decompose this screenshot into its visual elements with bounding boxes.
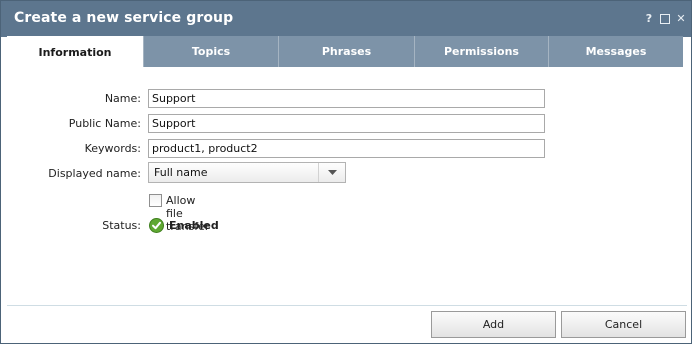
name-label: Name: xyxy=(104,92,141,105)
maximize-icon[interactable] xyxy=(660,14,670,24)
tab-messages[interactable]: Messages xyxy=(548,36,683,67)
title-bar: Create a new service group ? ✕ xyxy=(1,1,691,37)
name-field[interactable]: Support xyxy=(148,89,545,108)
dialog-title: Create a new service group xyxy=(14,10,234,26)
close-icon[interactable]: ✕ xyxy=(676,13,686,25)
tab-bar: Information Topics Phrases Permissions M… xyxy=(7,36,683,68)
footer-divider xyxy=(7,305,687,306)
window-controls: ? ✕ xyxy=(644,12,686,26)
tab-label: Information xyxy=(38,45,112,59)
displayed-name-value: Full name xyxy=(154,166,208,179)
keywords-field[interactable]: product1, product2 xyxy=(148,139,545,158)
public-name-field[interactable]: Support xyxy=(148,114,545,133)
status-value: Enabled xyxy=(169,219,219,232)
keywords-label: Keywords: xyxy=(84,142,141,155)
tab-topics[interactable]: Topics xyxy=(143,36,278,67)
tab-phrases[interactable]: Phrases xyxy=(278,36,414,67)
add-button[interactable]: Add xyxy=(431,311,556,338)
tab-label: Permissions xyxy=(444,45,519,58)
tab-permissions[interactable]: Permissions xyxy=(414,36,548,67)
status-label: Status: xyxy=(102,219,141,232)
dropdown-arrow-icon[interactable] xyxy=(318,163,345,182)
check-circle-icon xyxy=(149,218,164,233)
allow-file-transfer-checkbox[interactable] xyxy=(149,194,162,207)
public-name-label: Public Name: xyxy=(68,117,141,130)
tab-information[interactable]: Information xyxy=(7,36,143,68)
displayed-name-label: Displayed name: xyxy=(48,167,141,180)
displayed-name-select[interactable]: Full name xyxy=(148,162,346,183)
dialog-window: Create a new service group ? ✕ Informati… xyxy=(0,0,692,344)
tab-label: Phrases xyxy=(321,45,372,58)
help-icon[interactable]: ? xyxy=(644,13,654,25)
tab-label: Messages xyxy=(585,45,647,58)
tab-label: Topics xyxy=(191,45,231,58)
cancel-button[interactable]: Cancel xyxy=(561,311,686,338)
